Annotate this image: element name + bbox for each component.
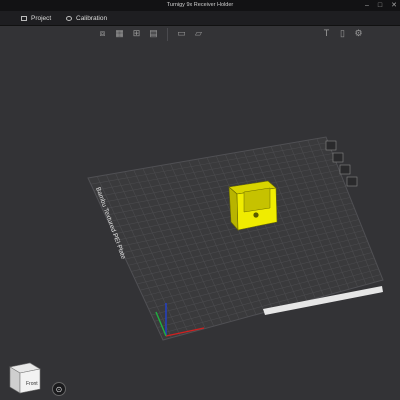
plate-lock-icon[interactable] [332, 152, 344, 163]
viewport-scene: Bambu Textured PEI Plate [87, 136, 384, 341]
tab-calibration[interactable]: Calibration [66, 11, 107, 25]
tab-calibration-label: Calibration [76, 14, 108, 22]
navigation-cube[interactable]: Front [4, 357, 44, 397]
plate-settings-icon[interactable] [325, 140, 337, 151]
tab-project[interactable]: Project [21, 11, 51, 25]
3d-viewport[interactable]: Bambu Textured PEI Plate [0, 26, 400, 400]
minimize-icon[interactable]: – [365, 0, 369, 11]
build-plate[interactable] [87, 136, 384, 341]
menu-bar: Project Calibration [0, 11, 400, 26]
window-controls: – □ ✕ [365, 0, 397, 11]
maximize-icon[interactable]: □ [378, 0, 382, 11]
tab-project-label: Project [31, 14, 52, 22]
window-title-bar: Turnigy 9x Receiver Holder – □ ✕ [0, 0, 400, 11]
window-title: Turnigy 9x Receiver Holder [166, 2, 234, 8]
calibration-icon [66, 15, 72, 21]
plate-orient-icon[interactable] [346, 176, 358, 187]
close-icon[interactable]: ✕ [391, 0, 397, 11]
model-receiver-holder[interactable] [228, 180, 278, 231]
cube-front-label: Front [26, 381, 38, 387]
project-icon [21, 15, 27, 21]
zoom-fit-icon[interactable]: ⊙ [52, 382, 66, 396]
plate-arrange-icon[interactable] [339, 164, 351, 175]
